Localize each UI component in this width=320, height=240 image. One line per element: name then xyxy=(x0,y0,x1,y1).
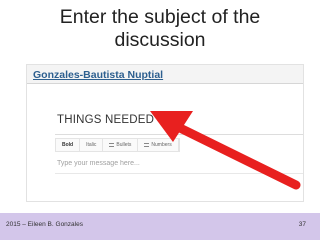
subject-divider xyxy=(55,134,303,135)
numbers-button[interactable]: Numbers xyxy=(138,139,179,151)
subject-input[interactable] xyxy=(57,111,257,129)
slide-title-line-1: Enter the subject of the xyxy=(59,6,261,28)
bullets-button[interactable]: Bullets xyxy=(103,139,139,151)
bullets-label: Bullets xyxy=(116,142,132,148)
formatting-toolbar: Bold Italic Bullets Numbers xyxy=(55,138,180,152)
numbers-label: Numbers xyxy=(151,142,172,148)
message-input[interactable] xyxy=(57,157,257,169)
app-screenshot: Gonzales-Bautista Nuptial Bold Italic Bu… xyxy=(26,64,304,202)
slide-title-line-2: discussion xyxy=(114,29,206,51)
group-header-bar: Gonzales-Bautista Nuptial xyxy=(27,65,303,84)
bold-button[interactable]: Bold xyxy=(56,139,81,151)
message-divider xyxy=(55,173,303,174)
group-title-link[interactable]: Gonzales-Bautista Nuptial xyxy=(33,69,163,81)
page-number: 37 xyxy=(298,221,306,228)
text-cursor xyxy=(174,111,175,125)
italic-button[interactable]: Italic xyxy=(80,139,104,151)
slide-title: Enter the subject of the discussion xyxy=(0,6,320,52)
footer-author: 2015 – Eileen B. Gonzales xyxy=(6,221,83,228)
slide-footer: 2015 – Eileen B. Gonzales 37 xyxy=(0,213,320,240)
numbers-icon xyxy=(144,142,150,147)
bullets-icon xyxy=(109,142,115,147)
